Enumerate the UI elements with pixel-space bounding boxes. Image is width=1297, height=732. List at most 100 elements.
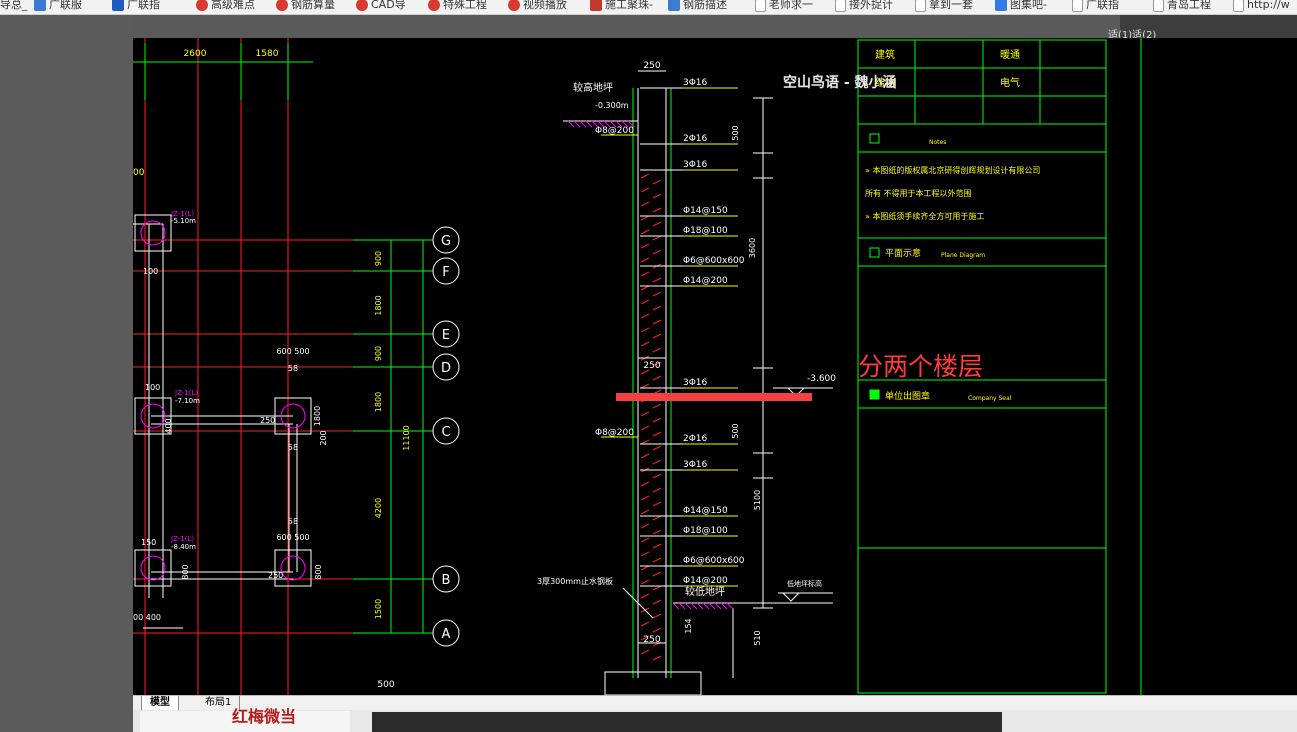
bookmark-item[interactable]: 老师求一	[755, 0, 813, 14]
annotation-red-bar	[616, 393, 812, 401]
rebar-tick	[652, 445, 662, 451]
rebar-label: 2Φ16	[683, 134, 708, 144]
checkbox-icon	[869, 389, 880, 400]
bookmark-label: CAD导	[371, 0, 406, 11]
ground-hatch	[690, 602, 698, 610]
rebar-tick	[652, 655, 662, 661]
rebar-tick	[640, 271, 650, 277]
rebar-tick	[652, 557, 662, 563]
rebar-tick	[640, 495, 650, 501]
rebar-label: 2Φ16	[683, 434, 708, 444]
bookmark-label: 高级难点	[211, 0, 255, 11]
dimension-text: 58	[288, 517, 298, 526]
bookmark-item[interactable]: 青岛工程	[1153, 0, 1211, 14]
rebar-tick	[652, 417, 662, 423]
elevation-label: JZ-1(L)	[174, 389, 198, 397]
rebar-tick	[640, 285, 650, 291]
bookmark-label: 青岛工程	[1167, 0, 1211, 11]
dimension-text: 250	[268, 571, 283, 580]
bookmark-label: 广联指	[1086, 0, 1119, 11]
rebar-tick	[640, 229, 650, 235]
dimension-text: 11100	[402, 425, 411, 450]
bookmark-item[interactable]: 钢筋描述	[668, 0, 727, 14]
annotation-text: 分两个楼层	[858, 352, 984, 381]
rebar-tick	[652, 515, 662, 521]
bookmark-item[interactable]: 钢筋算量	[276, 0, 335, 14]
bookmark-item[interactable]: 图集吧-	[995, 0, 1047, 14]
dimension-text: 250	[643, 635, 660, 645]
ground-hatch	[702, 602, 710, 610]
bookmark-item[interactable]: 施工聚珠-	[590, 0, 653, 14]
dimension-text: 800	[181, 564, 190, 579]
axis-label: F	[442, 265, 449, 280]
rebar-tick	[652, 305, 662, 311]
bookmark-label: 接外捉计	[849, 0, 893, 11]
tab-model[interactable]: 模型	[141, 696, 179, 711]
axis-label: C	[441, 425, 450, 440]
dimension-text: 100	[143, 267, 158, 276]
dimension-text: 100	[145, 383, 160, 392]
notes-line: » 本图纸的版权属北京研得创辉规划设计有限公司	[865, 165, 1040, 175]
ground-hatch	[714, 602, 722, 610]
rebar-tick	[640, 341, 650, 347]
rebar-tick	[652, 571, 662, 577]
axis-label: G	[441, 234, 451, 249]
checkbox-icon	[869, 247, 880, 258]
watermark-text: 空山鸟语 - 魏小涵	[783, 75, 897, 91]
rebar-tick	[652, 221, 662, 227]
bookmark-item[interactable]: 导总_	[0, 0, 28, 14]
rebar-label: 3Φ16	[683, 460, 708, 470]
rebar-tick	[640, 649, 650, 655]
notes-title: Notes	[929, 139, 946, 146]
dimension-text: 58	[288, 443, 298, 452]
dark-logo-icon	[590, 0, 602, 11]
bookmark-item[interactable]: 特殊工程	[428, 0, 487, 14]
red-logo-icon	[356, 0, 368, 11]
column-outline	[274, 549, 312, 587]
background-left	[0, 15, 133, 732]
rebar-tick	[640, 579, 650, 585]
dimension-text: 1800	[313, 406, 322, 426]
rebar-tick	[652, 179, 662, 185]
bookmark-item[interactable]: 广联指	[1072, 0, 1119, 14]
rebar-label: Φ6@600x600	[683, 256, 745, 266]
bookmark-item[interactable]: 高级难点	[196, 0, 255, 14]
dimension-text: 200	[319, 430, 328, 445]
bookmark-item[interactable]: http://w	[1233, 0, 1290, 14]
notes-line: 所有 不得用于本工程以外范围	[865, 188, 972, 198]
dimension-text: 500	[731, 423, 740, 438]
rebar-tick	[640, 621, 650, 627]
plane-title: 平面示意	[885, 247, 921, 259]
bookmark-label: 钢筋描述	[683, 0, 727, 11]
bookmark-item[interactable]: 广联指	[112, 0, 160, 14]
ground-hatch	[672, 602, 680, 610]
bookmark-item[interactable]: CAD导	[356, 0, 406, 14]
ground-hatch	[708, 602, 716, 610]
dimension-text: 250	[643, 361, 660, 371]
bookmark-item[interactable]: 广联服	[34, 0, 82, 14]
ground-label: 低地坪标高	[787, 579, 822, 588]
rebar-tick	[640, 565, 650, 571]
glodon-icon	[668, 0, 680, 11]
rebar-tick	[652, 277, 662, 283]
rebar-label: Φ14@150	[683, 206, 728, 216]
rebar-tick	[652, 431, 662, 437]
cad-drawing-canvas[interactable]: 2600 1580 900 1800 900 1800 4200 1500 11100 G F E D C…	[133, 38, 1297, 695]
notes-line: » 本图纸须手续齐全方可用于施工	[865, 211, 984, 221]
axis-label: A	[442, 627, 451, 642]
bookmark-label: 视频播放	[523, 0, 567, 11]
dimension-text: 3600	[748, 238, 757, 258]
dimension-text: 150	[141, 538, 156, 547]
bookmark-label: 导总_	[0, 0, 28, 11]
ground-hatch	[684, 602, 692, 610]
bookmark-item[interactable]: 视频播放	[508, 0, 567, 14]
rebar-tick	[640, 481, 650, 487]
rebar-tick	[640, 551, 650, 557]
dimension-text: 600 500	[276, 347, 309, 356]
bookmark-item[interactable]: 拿到一套	[915, 0, 973, 14]
rebar-label: Φ14@200	[683, 576, 728, 586]
rebar-tick	[640, 327, 650, 333]
bookmark-item[interactable]: 接外捉计	[835, 0, 893, 14]
rebar-label: 3Φ16	[683, 160, 708, 170]
dimension-text: 1800	[374, 392, 383, 412]
